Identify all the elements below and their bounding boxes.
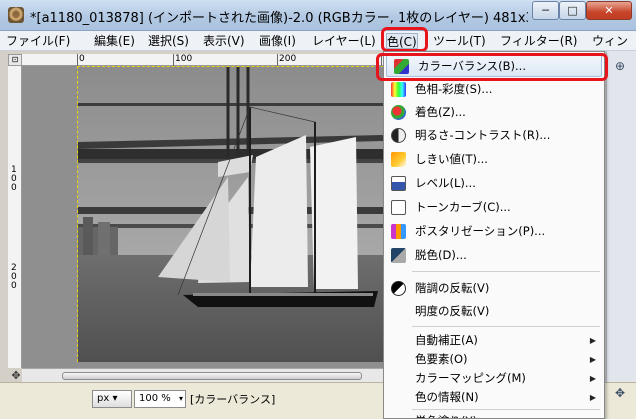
menu-item-label: レベル(L)... xyxy=(415,176,476,190)
levels-icon xyxy=(391,176,406,191)
menu-item-brightness-contrast[interactable]: 明るさ-コントラスト(R)... xyxy=(384,124,604,147)
unit-value: px xyxy=(97,393,110,404)
menu-file[interactable]: ファイル(F) xyxy=(6,33,70,49)
brightness-contrast-icon xyxy=(391,128,406,143)
menu-separator xyxy=(412,271,600,272)
minimize-button[interactable]: ─ xyxy=(532,1,559,20)
menu-image[interactable]: 画像(I) xyxy=(259,33,296,49)
image-canvas[interactable] xyxy=(77,66,384,362)
menu-bar: ファイル(F) 編集(E) 選択(S) 表示(V) 画像(I) レイヤー(L) … xyxy=(0,31,636,51)
menu-item-invert[interactable]: 階調の反転(V) xyxy=(384,277,604,300)
sailing-ship-photo xyxy=(78,67,384,362)
menu-item-color-to-alpha[interactable]: 単色塗り(Y)... xyxy=(384,410,604,418)
horizontal-ruler: 0 100 200 xyxy=(22,54,384,66)
menu-tools[interactable]: ツール(T) xyxy=(433,33,486,49)
colorize-icon xyxy=(391,105,406,120)
zoom-fit-icon[interactable]: ⊕ xyxy=(611,58,629,74)
menu-item-label: 単色塗り(Y)... xyxy=(415,410,488,418)
horizontal-scrollbar[interactable] xyxy=(22,368,384,382)
zoom-value: 100 % xyxy=(139,393,171,404)
ruler-label: 200 xyxy=(279,54,297,64)
ruler-label: 100 xyxy=(175,54,193,64)
curves-icon xyxy=(391,200,406,215)
scrollbar-thumb[interactable] xyxy=(62,372,362,380)
menu-item-value-invert[interactable]: 明度の反転(V) xyxy=(384,300,604,323)
gimp-app-icon xyxy=(8,7,24,23)
menu-item-label: 着色(Z)... xyxy=(415,105,466,119)
maximize-button[interactable]: □ xyxy=(559,1,586,20)
menu-item-label: 階調の反転(V) xyxy=(415,281,490,295)
menu-filters[interactable]: フィルター(R) xyxy=(500,33,577,49)
menu-view[interactable]: 表示(V) xyxy=(203,33,245,49)
menu-item-info[interactable]: 色の情報(N) ▶ xyxy=(384,386,604,409)
chevron-down-icon[interactable]: ▾ xyxy=(176,390,186,408)
menu-item-colorize[interactable]: 着色(Z)... xyxy=(384,101,604,124)
menu-item-levels[interactable]: レベル(L)... xyxy=(384,172,604,195)
vertical-ruler: 1 0 0 2 0 0 xyxy=(8,66,22,368)
menu-item-desaturate[interactable]: 脱色(D)... xyxy=(384,244,604,267)
posterize-icon xyxy=(391,224,406,239)
menu-layer[interactable]: レイヤー(L) xyxy=(312,33,376,49)
right-dock-strip xyxy=(606,51,636,382)
invert-icon xyxy=(391,281,406,296)
menu-item-label: ポスタリゼーション(P)... xyxy=(415,224,546,238)
colors-menu: カラーバランス(B)... 色相-彩度(S)... 着色(Z)... 明るさ-コ… xyxy=(383,51,605,419)
menu-select[interactable]: 選択(S) xyxy=(148,33,189,49)
menu-item-label: 色相-彩度(S)... xyxy=(415,82,493,96)
menu-item-threshold[interactable]: しきい値(T)... xyxy=(384,148,604,171)
menu-item-posterize[interactable]: ポスタリゼーション(P)... xyxy=(384,220,604,243)
menu-windows[interactable]: ウィン xyxy=(592,33,628,49)
threshold-icon xyxy=(391,152,406,167)
close-button[interactable]: ✕ xyxy=(586,1,632,20)
menu-item-label: 明度の反転(V) xyxy=(415,304,490,318)
menu-item-label: しきい値(T)... xyxy=(415,152,488,166)
navigate-icon[interactable]: ✥ xyxy=(10,370,22,382)
menu-item-label: 色の情報(N) xyxy=(415,390,479,404)
unit-dropdown[interactable]: px ▾ xyxy=(92,390,132,408)
menu-item-curves[interactable]: トーンカーブ(C)... xyxy=(384,196,604,219)
ruler-label: 2 0 0 xyxy=(11,263,17,291)
navigate-icon[interactable]: ✥ xyxy=(611,385,629,401)
quick-mask-toggle[interactable]: ⊡ xyxy=(8,54,22,66)
status-message: [カラーバランス] xyxy=(190,393,276,406)
annotation-highlight-item xyxy=(376,53,608,81)
desaturate-icon xyxy=(391,248,406,263)
menu-item-label: 明るさ-コントラスト(R)... xyxy=(415,128,551,142)
menu-separator xyxy=(412,326,600,327)
menu-edit[interactable]: 編集(E) xyxy=(94,33,135,49)
menu-item-hue-saturation[interactable]: 色相-彩度(S)... xyxy=(384,78,604,101)
submenu-arrow-icon: ▶ xyxy=(589,393,596,402)
window-title: *[a1180_013878] (インポートされた画像)-2.0 (RGBカラー… xyxy=(30,11,528,26)
ruler-label: 1 0 0 xyxy=(11,165,17,193)
title-bar: *[a1180_013878] (インポートされた画像)-2.0 (RGBカラー… xyxy=(0,0,636,31)
annotation-highlight-menu xyxy=(381,27,428,52)
ruler-label: 0 xyxy=(79,54,85,64)
hue-saturation-icon xyxy=(391,82,406,97)
menu-item-label: トーンカーブ(C)... xyxy=(415,200,511,214)
menu-item-label: 脱色(D)... xyxy=(415,248,467,262)
